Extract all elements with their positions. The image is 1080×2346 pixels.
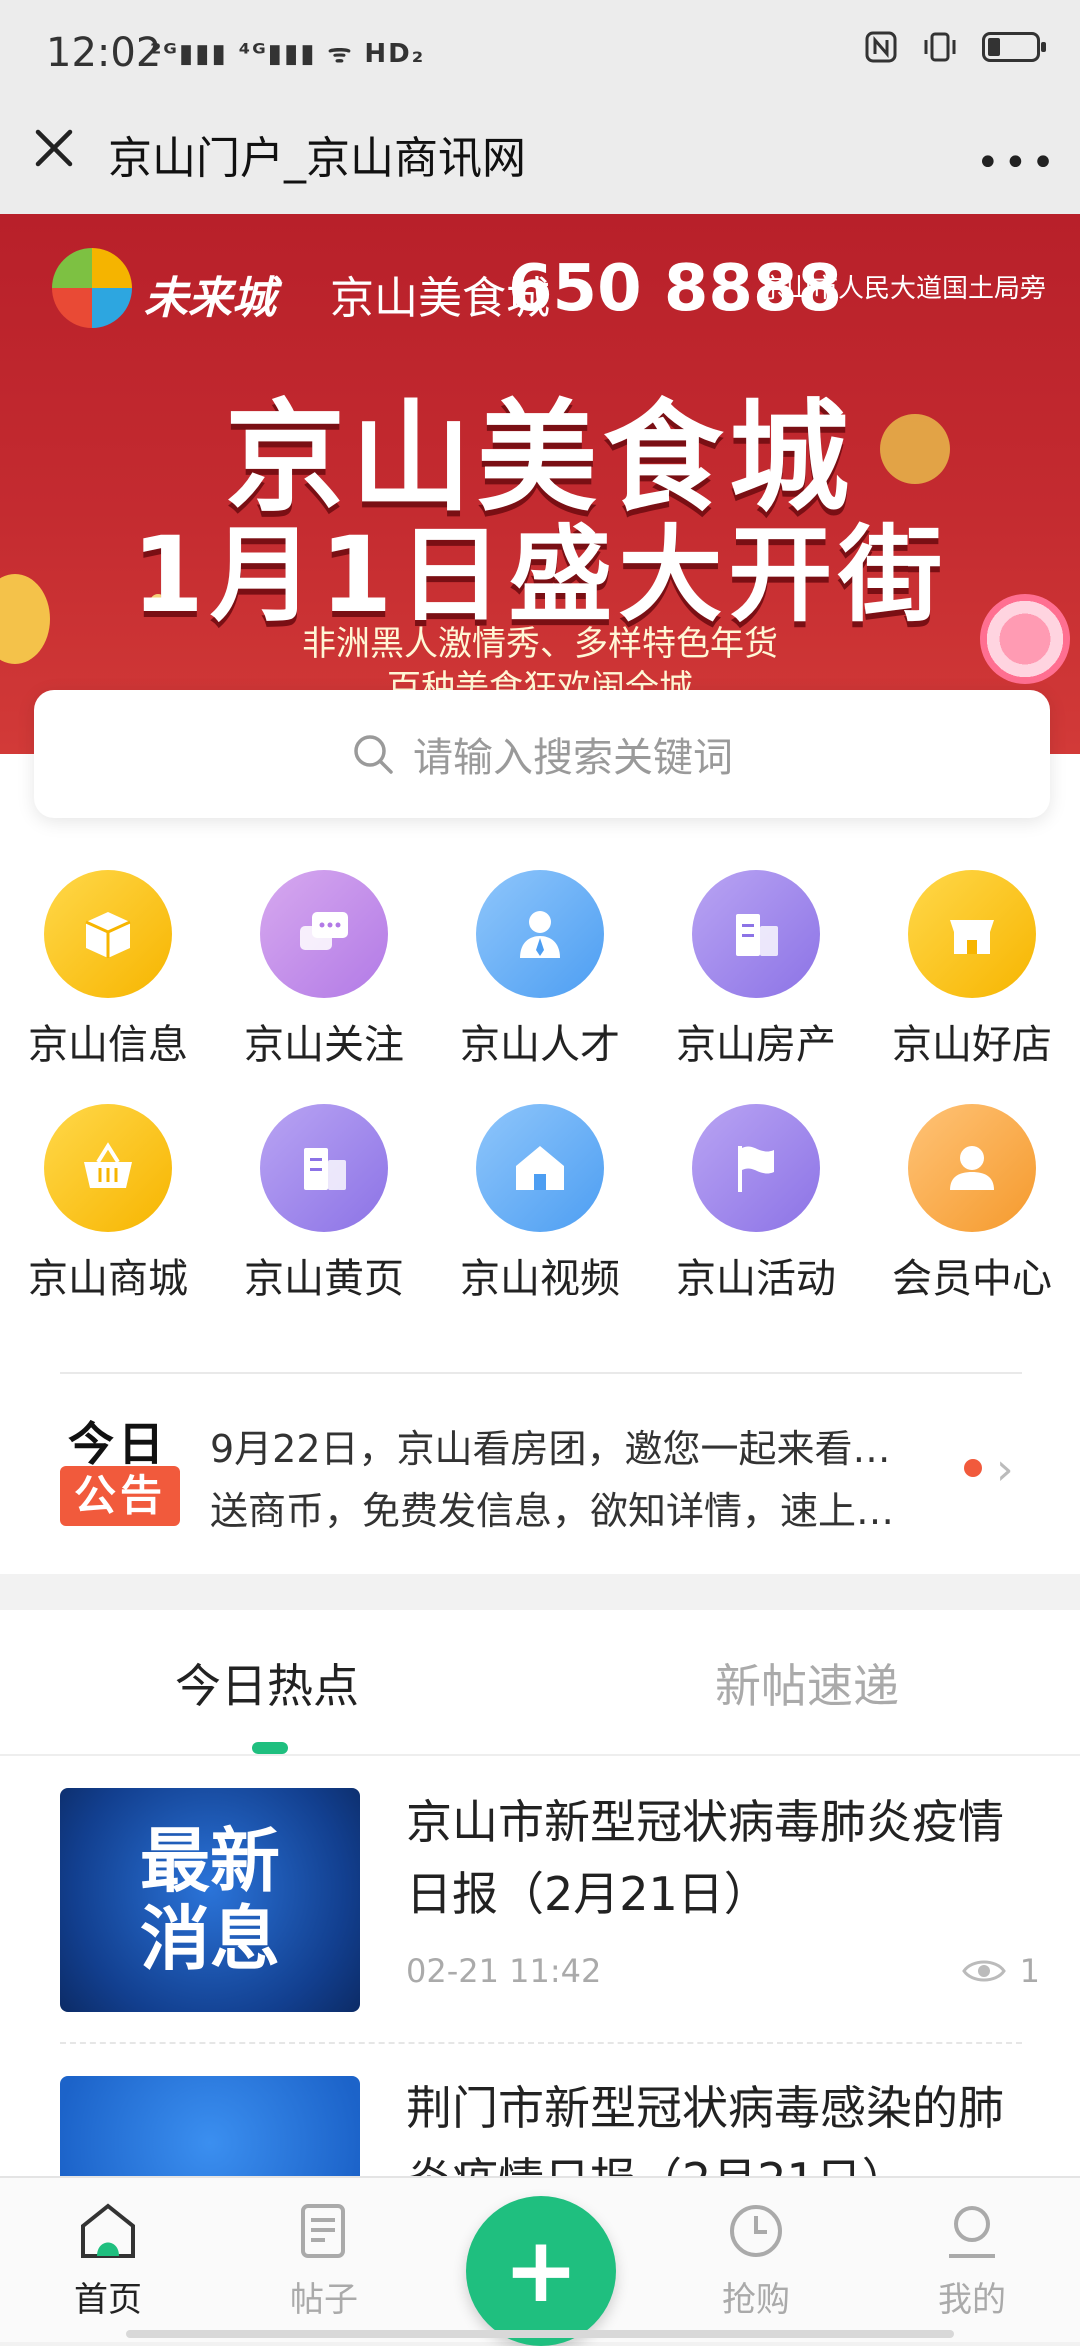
nav-me-label: 我的: [938, 2280, 1006, 2320]
page-title: 京山门户_京山商讯网: [108, 133, 526, 184]
article-thumbnail[interactable]: 最新: [60, 2076, 360, 2176]
article-time: 02-21 11:42: [406, 1952, 602, 1990]
notice-line-2[interactable]: 送商币，免费发信息，欲知详情，速上…: [210, 1480, 894, 1535]
tab-bar: [0, 1610, 1080, 1756]
grid-item-label: 京山商城: [28, 1256, 188, 1302]
grid-item-video[interactable]: 京山视频: [432, 1104, 648, 1304]
more-icon[interactable]: •••: [976, 140, 1059, 186]
chevron-right-icon[interactable]: ›: [996, 1444, 1014, 1495]
views-count: 1: [1019, 1952, 1040, 1990]
nav-home[interactable]: 首页: [28, 2200, 188, 2321]
grid-item-label: 会员中心: [892, 1256, 1052, 1302]
notice-badge: 公告: [60, 1466, 180, 1526]
nav-posts[interactable]: 帖子: [244, 2200, 404, 2321]
grid-item-label: 京山好店: [892, 1022, 1052, 1068]
divider: [60, 1372, 1022, 1374]
brand-logo: [52, 248, 132, 328]
banner-address: 京山市人民大道国土局旁: [760, 274, 1047, 304]
status-icons: [864, 30, 1046, 64]
notice-line-1[interactable]: 9月22日，京山看房团，邀您一起来看…: [210, 1418, 891, 1473]
grid-item-talent[interactable]: 京山人才: [432, 870, 648, 1070]
grid-item-label: 京山活动: [676, 1256, 836, 1302]
battery-icon: [982, 32, 1046, 62]
article-title[interactable]: 荆门市新型冠状病毒感染的肺炎疫情日报（2月21日）: [406, 2072, 1026, 2176]
article-list: 最新 消息 京山市新型冠状病毒肺炎疫情日报（2月21日） 02-21 11:42…: [0, 1756, 1080, 2176]
article-title[interactable]: 京山市新型冠状病毒肺炎疫情日报（2月21日）: [406, 1786, 1026, 1930]
member-icon: [950, 1146, 994, 1190]
notice-today-label: 今日: [68, 1417, 168, 1471]
grid-item-label: 京山人才: [460, 1022, 620, 1068]
nav-flash-sale-label: 抢购: [722, 2280, 790, 2320]
banner-brand: 未来城: [144, 273, 276, 324]
grid-item-property[interactable]: 京山房产: [648, 870, 864, 1070]
nav-posts-label: 帖子: [290, 2280, 358, 2320]
grid-item-yellowpages[interactable]: 京山黄页: [216, 1104, 432, 1304]
grid-item-label: 京山视频: [460, 1256, 620, 1302]
grid-item-focus[interactable]: 京山关注: [216, 870, 432, 1070]
grid-item-label: 京山信息: [28, 1022, 188, 1068]
flag-icon: [738, 1146, 774, 1192]
nav-home-label: 首页: [74, 2280, 142, 2320]
search-placeholder: 请输入搜索关键词: [413, 735, 733, 781]
post-icon: [301, 2204, 345, 2258]
article-separator: [60, 2042, 1022, 2044]
add-post-button[interactable]: +: [466, 2196, 616, 2346]
user-icon: [949, 2206, 995, 2258]
box-icon: [85, 912, 131, 958]
search-input[interactable]: 请输入搜索关键词: [34, 690, 1050, 818]
shop-icon: [950, 920, 994, 954]
banner-subline-1: 非洲黑人激情秀、多样特色年货: [302, 624, 778, 664]
eye-icon: [961, 1960, 1006, 1982]
gesture-bar[interactable]: [126, 2330, 954, 2338]
tab-new-posts[interactable]: 新帖速递: [715, 1650, 899, 1716]
section-separator: [0, 1576, 1080, 1610]
nav-me[interactable]: 我的: [892, 2200, 1052, 2321]
vibrate-icon: [924, 32, 956, 62]
nfc-icon: [865, 31, 897, 63]
building-icon: [736, 914, 778, 956]
thumbnail-text: 最新 消息: [140, 1820, 280, 1980]
article-thumbnail[interactable]: 最新 消息: [60, 1788, 360, 2012]
grid-item-member[interactable]: 会员中心: [864, 1104, 1080, 1304]
basket-icon: [84, 1142, 132, 1188]
search-icon: [354, 735, 393, 774]
chat-icon: [300, 912, 348, 950]
grid-item-info[interactable]: 京山信息: [0, 870, 216, 1070]
status-time: 12:02: [46, 30, 162, 76]
building-icon: [304, 1148, 346, 1190]
network-indicators: ²ᴳ▮▮▮ ⁴ᴳ▮▮▮ ᯤ HD₂: [150, 39, 426, 69]
person-icon: [520, 911, 560, 958]
grid-item-label: 京山黄页: [244, 1256, 404, 1302]
clock-icon: [730, 2205, 782, 2257]
unread-dot: [964, 1459, 982, 1477]
tab-active-indicator: [252, 1742, 288, 1754]
home-icon: [81, 2203, 135, 2258]
grid-item-shop[interactable]: 京山好店: [864, 870, 1080, 1070]
close-icon[interactable]: [30, 124, 78, 172]
house-icon: [516, 1146, 564, 1190]
grid-item-mall[interactable]: 京山商城: [0, 1104, 216, 1304]
nav-flash-sale[interactable]: 抢购: [676, 2200, 836, 2321]
grid-item-label: 京山房产: [676, 1022, 836, 1068]
grid-item-events[interactable]: 京山活动: [648, 1104, 864, 1304]
tab-today-hot[interactable]: 今日热点: [175, 1650, 359, 1716]
article-views: 1: [961, 1952, 1040, 1990]
grid-item-label: 京山关注: [244, 1022, 404, 1068]
